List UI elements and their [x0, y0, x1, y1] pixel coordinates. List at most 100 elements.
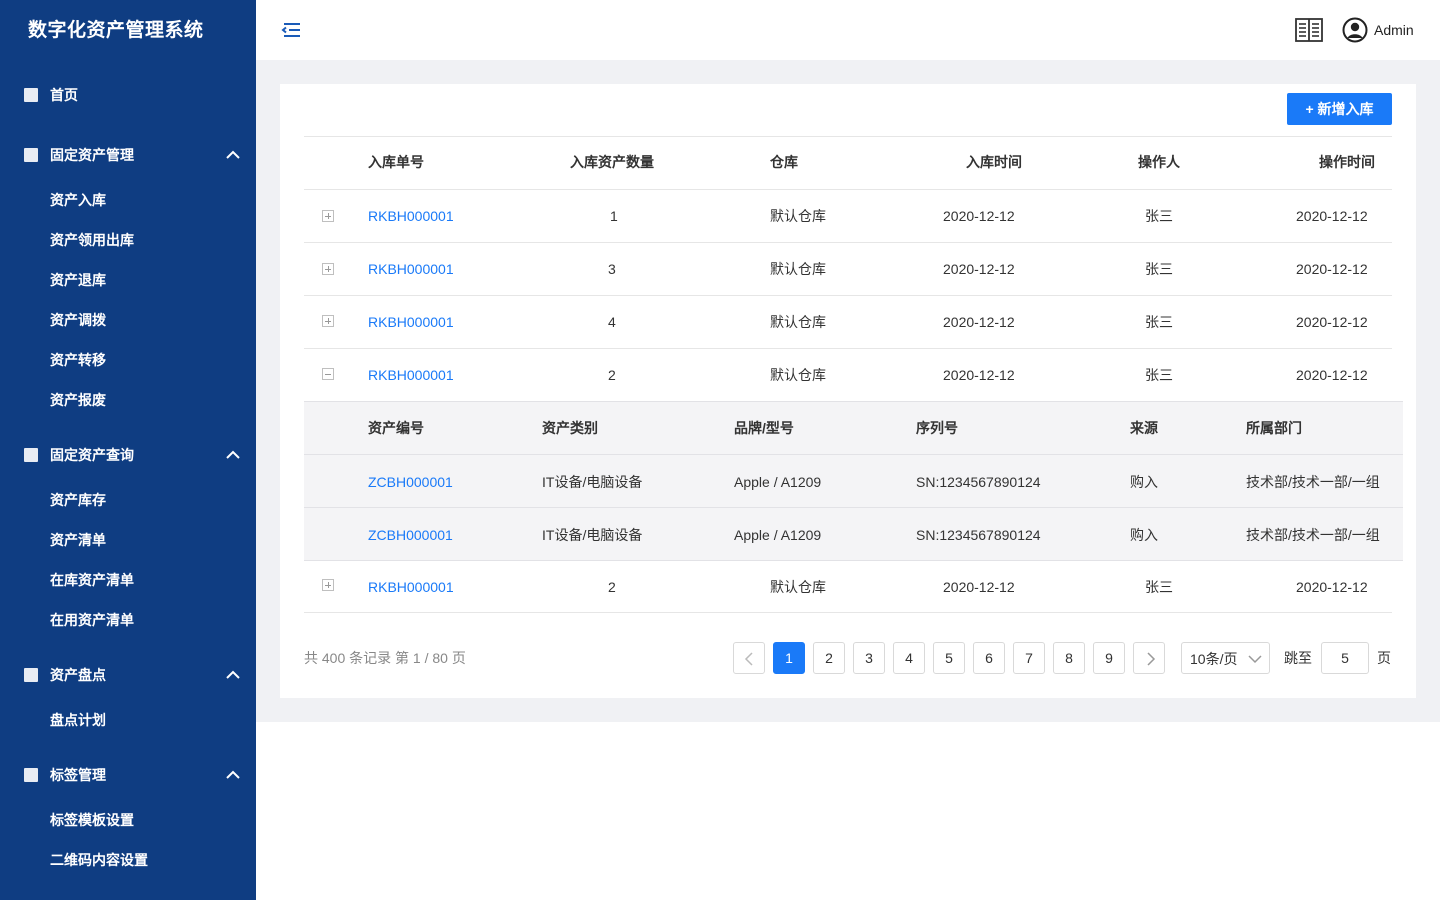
sidebar-item-inventory-plan[interactable]: 盘点计划 — [50, 711, 106, 729]
menu-square-icon — [24, 668, 38, 682]
page-button-2[interactable]: 2 — [813, 642, 845, 674]
chevron-up-icon — [226, 670, 240, 679]
column-header-inbound-id[interactable]: 入库单号 — [368, 153, 424, 171]
table-divider — [304, 401, 1403, 402]
sidebar-item-asset-allocation[interactable]: 资产调拨 — [50, 311, 106, 329]
cell-warehouse: 默认仓库 — [770, 314, 826, 330]
inbound-id-link[interactable]: RKBH000001 — [368, 313, 454, 331]
sidebar-item-asset-outbound[interactable]: 资产领用出库 — [50, 231, 134, 249]
inbound-id-link[interactable]: RKBH000001 — [368, 260, 454, 278]
cell-inbound-time: 2020-12-12 — [943, 367, 1015, 383]
sidebar-item-home[interactable]: 首页 — [0, 75, 256, 115]
chevron-left-icon — [744, 652, 753, 666]
table-divider — [304, 242, 1392, 243]
sidebar-item-in-use-list[interactable]: 在用资产清单 — [50, 611, 134, 629]
jump-page-input[interactable] — [1321, 642, 1369, 674]
cell-brand-model: Apple / A1209 — [734, 527, 822, 543]
sidebar-item-asset-stock[interactable]: 资产库存 — [50, 491, 106, 509]
sidebar-group-label: 固定资产查询 — [50, 447, 134, 463]
sidebar-group-fixed-asset-query[interactable]: 固定资产查询 — [0, 435, 256, 475]
sidebar-group-label: 资产盘点 — [50, 667, 106, 683]
page-button-7[interactable]: 7 — [1013, 642, 1045, 674]
user-name[interactable]: Admin — [1374, 21, 1414, 39]
cell-source: 购入 — [1130, 474, 1158, 490]
sub-column-header-source: 来源 — [1130, 420, 1158, 436]
cell-operator: 张三 — [1145, 367, 1173, 383]
jump-suffix: 页 — [1377, 650, 1391, 666]
sidebar-item-label-template[interactable]: 标签模板设置 — [50, 811, 134, 829]
next-page-button[interactable] — [1133, 642, 1165, 674]
table-divider — [304, 189, 1392, 190]
sidebar-group-asset-inventory[interactable]: 资产盘点 — [0, 655, 256, 695]
column-header-operator[interactable]: 操作人 — [1138, 153, 1180, 171]
expanded-detail-table — [304, 402, 1403, 560]
top-bar: Admin — [256, 0, 1440, 60]
cell-operation-time: 2020-12-12 — [1296, 579, 1368, 595]
cell-inbound-time: 2020-12-12 — [943, 208, 1015, 224]
asset-code-link[interactable]: ZCBH000001 — [368, 526, 453, 544]
inbound-id-link[interactable]: RKBH000001 — [368, 207, 454, 225]
sidebar-group-fixed-asset-management[interactable]: 固定资产管理 — [0, 135, 256, 175]
cell-operation-time: 2020-12-12 — [1296, 367, 1368, 383]
cell-category: IT设备/电脑设备 — [542, 527, 643, 543]
prev-page-button[interactable] — [733, 642, 765, 674]
cell-quantity: 4 — [608, 314, 616, 330]
menu-square-icon — [24, 148, 38, 162]
cell-operator: 张三 — [1145, 261, 1173, 277]
page-size-select[interactable]: 10条/页 — [1181, 642, 1270, 674]
column-header-warehouse[interactable]: 仓库 — [770, 153, 798, 171]
table-divider — [304, 348, 1392, 349]
cell-brand-model: Apple / A1209 — [734, 474, 822, 490]
page-button-9[interactable]: 9 — [1093, 642, 1125, 674]
sidebar-item-asset-list[interactable]: 资产清单 — [50, 531, 106, 549]
sidebar-item-label: 首页 — [50, 87, 78, 103]
chevron-right-icon — [1147, 652, 1156, 666]
cell-quantity: 2 — [608, 367, 616, 383]
asset-code-link[interactable]: ZCBH000001 — [368, 473, 453, 491]
sub-column-header-category: 资产类别 — [542, 420, 598, 436]
page-button-5[interactable]: 5 — [933, 642, 965, 674]
sidebar-item-asset-transfer[interactable]: 资产转移 — [50, 351, 106, 369]
inbound-id-link[interactable]: RKBH000001 — [368, 366, 454, 384]
sidebar-group-label-management[interactable]: 标签管理 — [0, 755, 256, 795]
column-header-operation-time[interactable]: 操作时间 — [1319, 153, 1375, 171]
expand-plus-icon[interactable] — [322, 315, 334, 327]
sidebar-item-in-stock-list[interactable]: 在库资产清单 — [50, 571, 134, 589]
page-button-6[interactable]: 6 — [973, 642, 1005, 674]
sidebar-item-qrcode-content[interactable]: 二维码内容设置 — [50, 851, 148, 869]
column-header-quantity[interactable]: 入库资产数量 — [570, 153, 654, 171]
cell-warehouse: 默认仓库 — [770, 579, 826, 595]
sidebar-item-asset-return[interactable]: 资产退库 — [50, 271, 106, 289]
cell-category: IT设备/电脑设备 — [542, 474, 643, 490]
cell-quantity: 1 — [610, 208, 618, 224]
table-card — [280, 84, 1416, 698]
inbound-id-link[interactable]: RKBH000001 — [368, 578, 454, 596]
sidebar-item-asset-scrap[interactable]: 资产报废 — [50, 391, 106, 409]
expand-plus-icon[interactable] — [322, 210, 334, 222]
user-avatar-icon[interactable] — [1342, 17, 1368, 43]
page-button-4[interactable]: 4 — [893, 642, 925, 674]
expand-plus-icon[interactable] — [322, 579, 334, 591]
cell-inbound-time: 2020-12-12 — [943, 261, 1015, 277]
menu-collapse-icon[interactable] — [280, 20, 302, 40]
cell-department: 技术部/技术一部/一组 — [1246, 527, 1380, 543]
add-inbound-button[interactable]: + 新增入库 — [1287, 93, 1392, 125]
cell-operation-time: 2020-12-12 — [1296, 261, 1368, 277]
column-header-inbound-time[interactable]: 入库时间 — [966, 153, 1022, 171]
chevron-up-icon — [226, 150, 240, 159]
table-divider — [304, 612, 1392, 613]
sidebar: 数字化资产管理系统 首页 固定资产管理 资产入库 资产领用出库 资产退库 资产调… — [0, 0, 256, 900]
cell-quantity: 3 — [608, 261, 616, 277]
table-divider — [304, 507, 1403, 508]
sidebar-item-asset-inbound[interactable]: 资产入库 — [50, 191, 106, 209]
expand-plus-icon[interactable] — [322, 263, 334, 275]
page-button-3[interactable]: 3 — [853, 642, 885, 674]
menu-square-icon — [24, 768, 38, 782]
cell-operator: 张三 — [1145, 314, 1173, 330]
book-icon[interactable] — [1295, 17, 1323, 43]
collapse-minus-icon[interactable] — [322, 368, 334, 380]
cell-warehouse: 默认仓库 — [770, 261, 826, 277]
cell-quantity: 2 — [608, 579, 616, 595]
page-button-8[interactable]: 8 — [1053, 642, 1085, 674]
page-button-1[interactable]: 1 — [773, 642, 805, 674]
